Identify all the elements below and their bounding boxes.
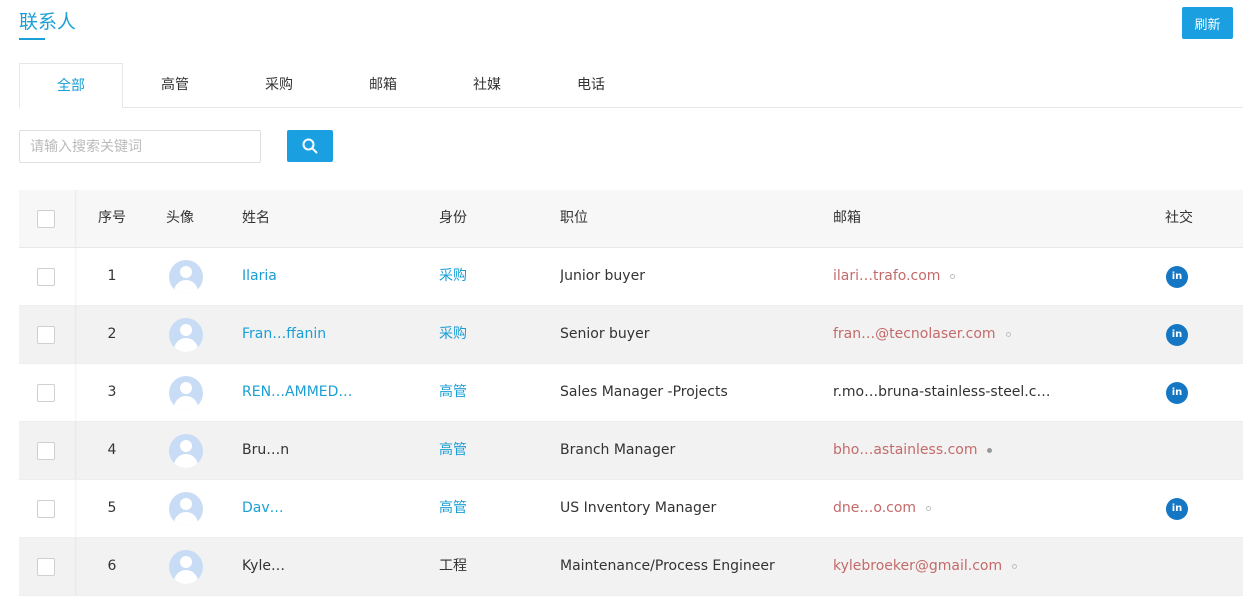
contact-name[interactable]: Kyle… — [242, 538, 412, 595]
row-checkbox[interactable] — [37, 558, 55, 576]
search-button[interactable] — [287, 130, 333, 162]
contact-title: Junior buyer — [560, 268, 645, 284]
tab-social[interactable]: 社媒 — [435, 63, 539, 107]
table-row: 4 Bru…n 高管 Branch Manager bho…astainless… — [19, 422, 1243, 480]
contact-role: 高管 — [439, 442, 467, 458]
email-text: kylebroeker@gmail.com — [833, 558, 1003, 574]
email-text: ilari…trafo.com — [833, 268, 941, 284]
contact-title: Maintenance/Process Engineer — [560, 558, 775, 574]
header-index: 序号 — [98, 210, 126, 226]
contact-name[interactable]: Bru…n — [242, 422, 412, 479]
contact-title: Branch Manager — [560, 442, 676, 458]
email-status-icon — [1005, 331, 1011, 337]
contact-role: 工程 — [439, 558, 467, 574]
email-text: dne…o.com — [833, 500, 917, 516]
email-status-icon — [987, 447, 993, 453]
row-checkbox[interactable] — [37, 384, 55, 402]
title-underline — [19, 38, 45, 40]
contact-name[interactable]: Ilaria — [242, 248, 412, 305]
tab-executives[interactable]: 高管 — [123, 63, 227, 107]
contact-title: Senior buyer — [560, 326, 650, 342]
tab-phone[interactable]: 电话 — [539, 63, 643, 107]
search-icon — [302, 138, 318, 154]
contact-title: Sales Manager -Projects — [560, 384, 728, 400]
email-text: bho…astainless.com — [833, 442, 978, 458]
row-index: 2 — [107, 326, 117, 342]
row-index: 5 — [107, 500, 117, 516]
row-index: 4 — [107, 442, 117, 458]
row-index: 1 — [107, 268, 117, 284]
contact-role: 高管 — [439, 500, 467, 516]
row-checkbox[interactable] — [37, 500, 55, 518]
select-all-checkbox[interactable] — [37, 210, 55, 228]
header-role: 身份 — [439, 210, 467, 226]
table-row: 3 REN…AMMED… 高管 Sales Manager -Projects … — [19, 364, 1243, 422]
row-checkbox[interactable] — [37, 326, 55, 344]
linkedin-icon[interactable]: in — [1166, 382, 1188, 404]
avatar — [169, 550, 203, 584]
linkedin-icon[interactable]: in — [1166, 266, 1188, 288]
contact-title: US Inventory Manager — [560, 500, 717, 516]
contact-email[interactable]: dne…o.com — [833, 480, 1143, 537]
row-checkbox[interactable] — [37, 268, 55, 286]
table-row: 6 Kyle… 工程 Maintenance/Process Engineer … — [19, 538, 1243, 596]
tab-email[interactable]: 邮箱 — [331, 63, 435, 107]
contact-role: 高管 — [439, 384, 467, 400]
linkedin-icon[interactable]: in — [1166, 324, 1188, 346]
tab-all[interactable]: 全部 — [19, 63, 123, 108]
row-checkbox[interactable] — [37, 442, 55, 460]
column-divider — [75, 190, 77, 247]
refresh-button[interactable]: 刷新 — [1182, 7, 1233, 39]
contact-name[interactable]: REN…AMMED… — [242, 364, 412, 421]
contact-email[interactable]: kylebroeker@gmail.com — [833, 538, 1143, 595]
header-name: 姓名 — [242, 210, 270, 226]
contact-name[interactable]: Dav… — [242, 480, 412, 537]
header-social: 社交 — [1165, 210, 1193, 226]
tab-procurement[interactable]: 采购 — [227, 63, 331, 107]
table-row: 5 Dav… 高管 US Inventory Manager dne…o.com… — [19, 480, 1243, 538]
row-index: 6 — [107, 558, 117, 574]
column-divider — [75, 422, 77, 479]
header-avatar: 头像 — [166, 210, 194, 226]
contact-email[interactable]: ilari…trafo.com — [833, 248, 1143, 305]
column-divider — [75, 538, 77, 595]
contact-role: 采购 — [439, 326, 467, 342]
contact-role: 采购 — [439, 268, 467, 284]
row-index: 3 — [107, 384, 117, 400]
column-divider — [75, 248, 77, 305]
tabs-bar: 全部 高管 采购 邮箱 社媒 电话 — [19, 63, 1243, 108]
email-status-icon — [926, 505, 932, 511]
linkedin-icon[interactable]: in — [1166, 498, 1188, 520]
contact-email[interactable]: bho…astainless.com — [833, 422, 1143, 479]
email-status-icon — [950, 273, 956, 279]
avatar — [169, 492, 203, 526]
table-row: 2 Fran…ffanin 采购 Senior buyer fran…@tecn… — [19, 306, 1243, 364]
avatar — [169, 318, 203, 352]
contacts-table: 序号 头像 姓名 身份 职位 邮箱 社交 1 Ilaria 采购 Junior … — [19, 190, 1243, 596]
search-input[interactable] — [19, 130, 261, 163]
contact-name[interactable]: Fran…ffanin — [242, 306, 412, 363]
table-row: 1 Ilaria 采购 Junior buyer ilari…trafo.com… — [19, 248, 1243, 306]
header-email: 邮箱 — [833, 210, 861, 226]
table-header: 序号 头像 姓名 身份 职位 邮箱 社交 — [19, 190, 1243, 248]
avatar — [169, 260, 203, 294]
email-status-icon — [1012, 563, 1018, 569]
page-title: 联系人 — [19, 11, 77, 33]
column-divider — [75, 364, 77, 421]
avatar — [169, 376, 203, 410]
contact-email[interactable]: fran…@tecnolaser.com — [833, 306, 1143, 363]
column-divider — [75, 306, 77, 363]
email-text: r.mo…bruna-stainless-steel.c… — [833, 384, 1051, 400]
email-text: fran…@tecnolaser.com — [833, 326, 996, 342]
column-divider — [75, 480, 77, 537]
header-title: 职位 — [560, 210, 588, 226]
avatar — [169, 434, 203, 468]
contact-email[interactable]: r.mo…bruna-stainless-steel.c… — [833, 364, 1143, 421]
